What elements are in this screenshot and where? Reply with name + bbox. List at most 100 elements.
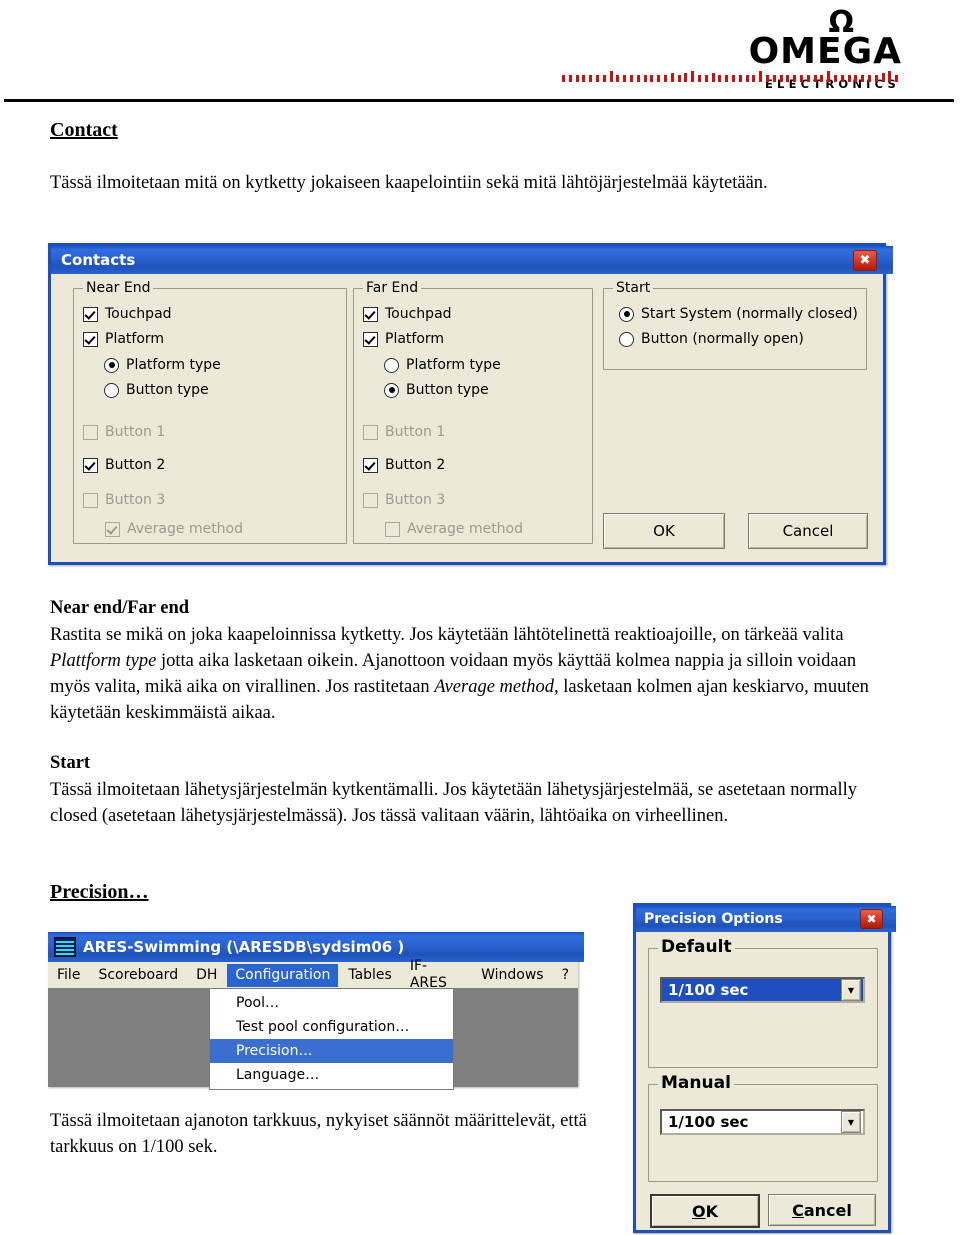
near-end-average-method-label: Average method [127,521,244,537]
precision-cancel-button[interactable]: Cancel [768,1194,876,1226]
default-precision-value: 1/100 sec [668,981,749,999]
far-end-button1-checkbox: Button 1 [363,424,445,440]
near-end-average-method-checkbox: Average method [105,521,243,537]
close-icon[interactable]: ✖ [860,909,883,929]
dropdown-item-pool[interactable]: Pool… [210,991,453,1015]
precision-title-text: Precision Options [644,911,783,927]
far-end-platform-label: Platform [385,331,445,347]
far-end-button-type-radio[interactable]: Button type [384,382,489,398]
checkbox-icon [83,492,98,508]
checkbox-icon [385,521,400,537]
start-button-radio[interactable]: Button (normally open) [619,331,804,347]
checkbox-icon [83,306,98,322]
contacts-ok-button[interactable]: OK [603,513,725,549]
far-end-touchpad-checkbox[interactable]: Touchpad [363,306,452,322]
precision-cancel-label-rest: ancel [803,1200,852,1220]
dropdown-item-precision[interactable]: Precision… [210,1039,453,1063]
contacts-title-text: Contacts [61,251,136,269]
paragraph-contact-intro: Tässä ilmoitetaan mitä on kytketty jokai… [50,173,768,193]
near-end-button1-label: Button 1 [105,424,166,440]
manual-precision-value: 1/100 sec [668,1113,749,1131]
far-end-button-type-label: Button type [406,382,489,398]
start-system-label: Start System (normally closed) [641,306,858,322]
near-end-button3-label: Button 3 [105,492,166,508]
radio-icon [619,331,634,347]
page-header: Ω OMEGA ELECTRONICS [0,0,960,102]
dropdown-item-language[interactable]: Language… [210,1063,453,1087]
precision-ok-label-rest: K [705,1201,718,1221]
radio-icon [619,306,634,322]
menu-item-configuration[interactable]: Configuration [227,963,339,987]
far-end-touchpad-label: Touchpad [385,306,452,322]
chevron-down-icon[interactable]: ▼ [841,979,861,1001]
far-end-button2-checkbox[interactable]: Button 2 [363,457,445,473]
omega-electronics-logo: Ω OMEGA ELECTRONICS [562,8,902,94]
menu-item-dh[interactable]: DH [188,964,225,987]
ares-titlebar[interactable]: ARES-Swimming (\ARESDB\sydsim06 ) [48,932,584,962]
radio-icon [384,357,399,373]
paragraph-precision: Tässä ilmoitetaan ajanoton tarkkuus, nyk… [50,1111,587,1157]
paragraph-start: Tässä ilmoitetaan lähetysjärjestelmän ky… [50,780,858,826]
far-end-platform-type-label: Platform type [406,357,501,373]
contacts-titlebar[interactable]: Contacts [51,246,893,274]
checkbox-icon [363,457,378,473]
precision-cancel-label-first: C [792,1200,804,1220]
menu-item-help[interactable]: ? [554,964,577,987]
near-end-platform-type-radio[interactable]: Platform type [104,357,221,373]
start-button-label: Button (normally open) [641,331,804,347]
far-end-legend: Far End [363,280,422,296]
menu-item-scoreboard[interactable]: Scoreboard [90,964,186,987]
menu-item-file[interactable]: File [49,964,88,987]
menu-item-tables[interactable]: Tables [340,964,400,987]
section-heading-near-far-end: Near end/Far end [50,598,190,618]
logo-tick-bars [562,66,900,82]
menu-item-windows[interactable]: Windows [473,964,552,987]
checkbox-icon [363,331,378,347]
near-end-button2-label: Button 2 [105,457,166,473]
page-title-contact: Contact [50,119,118,141]
far-end-button1-label: Button 1 [385,424,446,440]
close-icon[interactable]: ✖ [853,250,877,271]
precision-ok-button[interactable]: OK [650,1194,760,1228]
omega-wordmark: OMEGA [748,31,902,72]
contacts-dialog-body: Near End Touchpad Platform Platform type… [51,274,883,562]
contacts-cancel-button[interactable]: Cancel [748,513,868,549]
section-heading-start: Start [50,753,91,773]
precision-ok-label-first: O [691,1201,706,1221]
checkbox-icon [83,457,98,473]
ares-app-icon [54,937,76,957]
manual-legend: Manual [658,1073,734,1093]
near-end-button1-checkbox: Button 1 [83,424,165,440]
chevron-down-icon[interactable]: ▼ [841,1111,861,1133]
precision-dialog-body: Default 1/100 sec ▼ Manual 1/100 sec ▼ O… [636,932,888,1230]
near-end-touchpad-label: Touchpad [105,306,172,322]
far-end-platform-checkbox[interactable]: Platform [363,331,444,347]
near-end-platform-checkbox[interactable]: Platform [83,331,164,347]
start-legend: Start [613,280,654,296]
near-end-button-type-label: Button type [126,382,209,398]
near-end-button-type-radio[interactable]: Button type [104,382,209,398]
default-legend: Default [658,937,735,957]
checkbox-icon [363,492,378,508]
checkbox-icon [363,424,378,440]
precision-titlebar[interactable]: Precision Options [636,906,896,932]
paragraph-near-far-end: Rastita se mikä on joka kaapeloinnissa k… [50,622,895,726]
near-end-button2-checkbox[interactable]: Button 2 [83,457,165,473]
near-end-touchpad-checkbox[interactable]: Touchpad [83,306,172,322]
ares-swimming-window: ARES-Swimming (\ARESDB\sydsim06 ) File S… [48,932,584,1090]
checkbox-icon [83,424,98,440]
dropdown-item-test-pool-configuration[interactable]: Test pool configuration… [210,1015,453,1039]
near-far-emphasis-plattform-type: Plattform type [50,651,157,671]
radio-icon [384,382,399,398]
default-precision-combobox[interactable]: 1/100 sec ▼ [660,977,865,1003]
precision-options-dialog: Precision Options ✖ Default 1/100 sec ▼ … [633,903,896,1233]
ares-title-text: ARES-Swimming (\ARESDB\sydsim06 ) [83,938,405,956]
far-end-button3-checkbox: Button 3 [363,492,445,508]
near-end-legend: Near End [83,280,154,296]
contacts-dialog: Contacts ✖ Near End Touchpad Platform Pl… [48,243,893,565]
near-far-emphasis-average-method: Average method, [434,677,559,697]
far-end-platform-type-radio[interactable]: Platform type [384,357,501,373]
checkbox-icon [105,521,120,537]
start-system-radio[interactable]: Start System (normally closed) [619,306,858,322]
manual-precision-combobox[interactable]: 1/100 sec ▼ [660,1109,865,1135]
